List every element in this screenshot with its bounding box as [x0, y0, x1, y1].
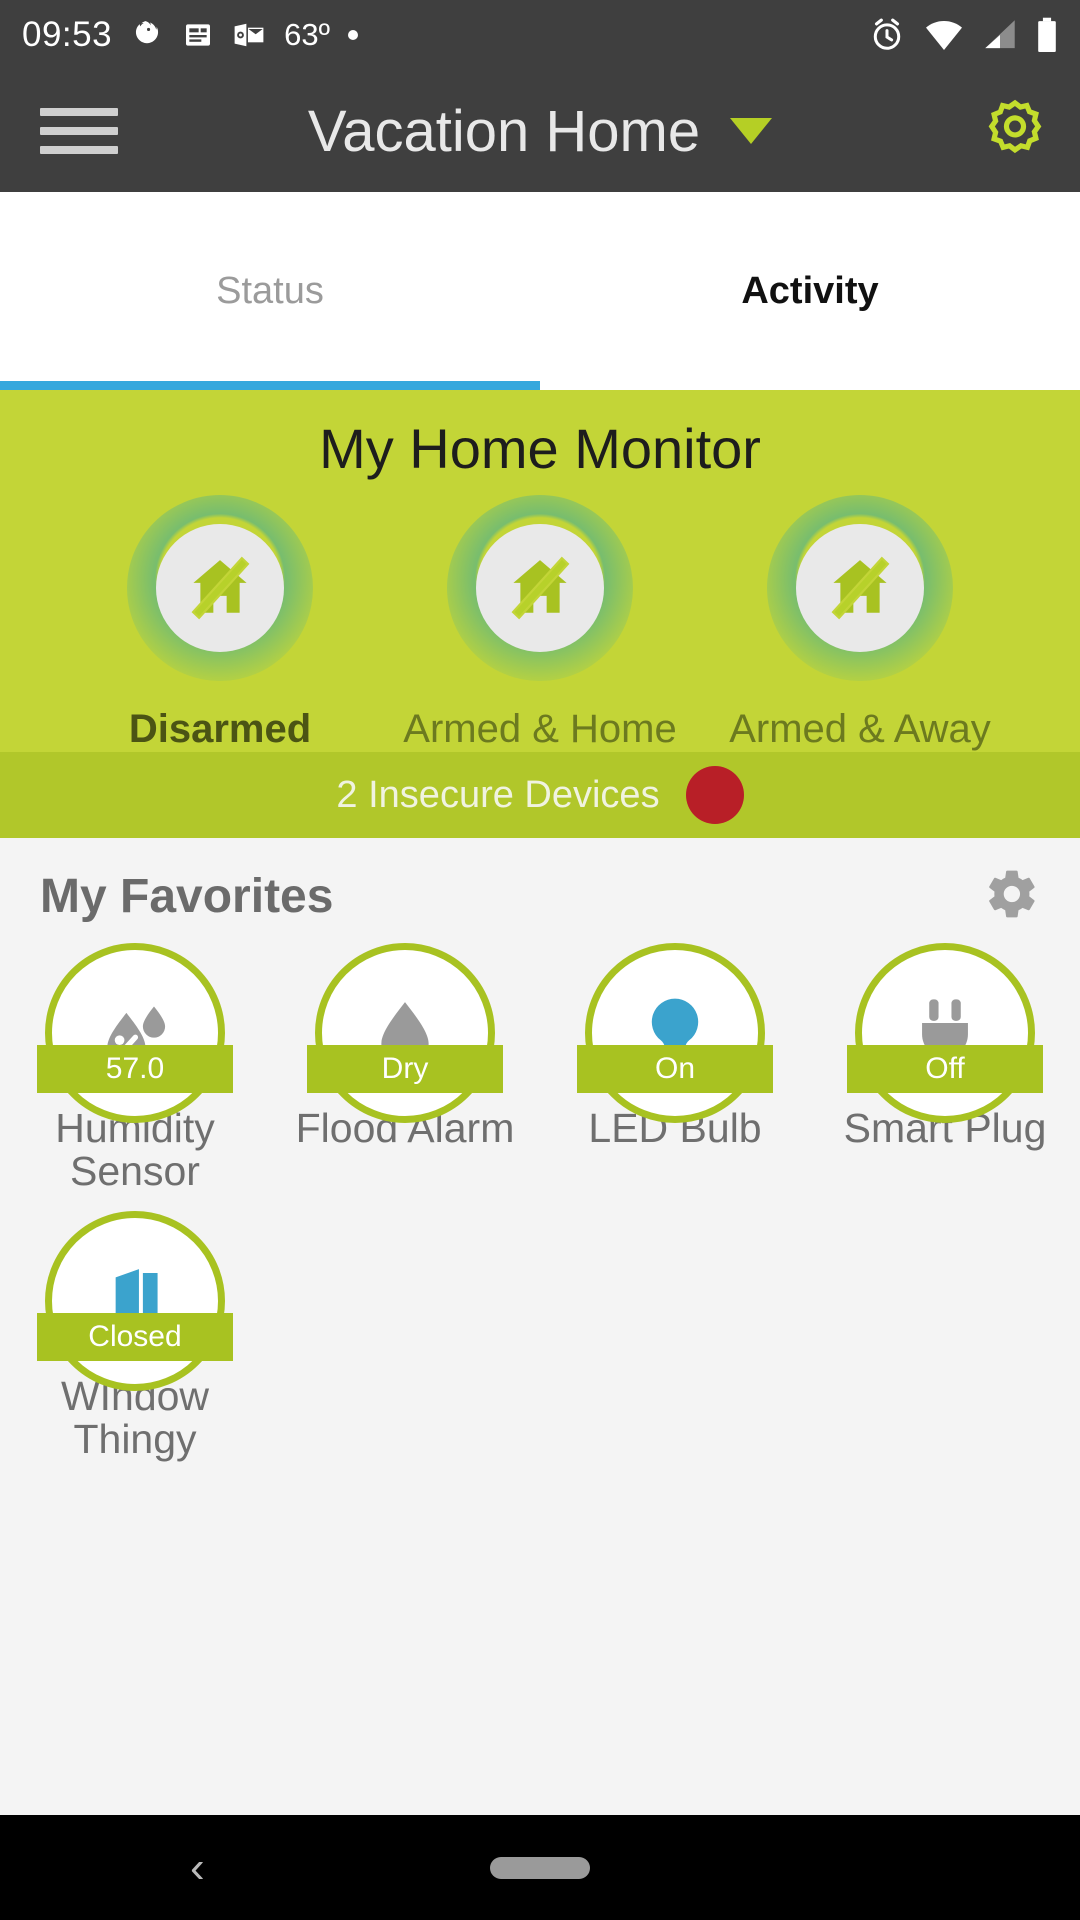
phone-screen: 09:53 63º Vacation Home Status Activity … [0, 0, 1080, 1920]
device-icon-badge: Closed [37, 1211, 233, 1392]
page-title[interactable]: Vacation Home [308, 98, 700, 165]
battery-icon [1038, 17, 1056, 52]
arm-mode-armed-away[interactable]: Armed & Away [729, 495, 991, 752]
arm-mode-disarmed[interactable]: Disarmed [95, 495, 345, 752]
alert-dot-icon [685, 766, 744, 824]
device-status-badge: On [577, 1045, 773, 1093]
arm-mode-label: Armed & Away [729, 707, 991, 751]
arm-glow-ring [447, 495, 633, 681]
arm-mode-row: Disarmed Armed & Home Armed & Away [0, 495, 1080, 752]
tab-indicator [0, 381, 540, 390]
arm-mode-label: Disarmed [128, 707, 312, 751]
insecure-devices-banner[interactable]: 2 Insecure Devices [0, 752, 1080, 838]
tab-status[interactable]: Status [0, 192, 540, 390]
arm-glow-ring [767, 495, 953, 681]
device-icon-circle [585, 943, 765, 1123]
device-icon-badge: Dry [307, 943, 503, 1123]
arm-icon-circle [476, 524, 604, 652]
status-bar-clock: 09:53 [22, 15, 113, 54]
device-status-badge: 57.0 [37, 1045, 233, 1093]
device-status-badge: Dry [307, 1045, 503, 1093]
house-slash-icon [511, 556, 570, 620]
arm-mode-label: Armed & Home [403, 707, 677, 751]
house-slash-icon [831, 556, 890, 620]
firefox-icon [136, 21, 159, 44]
status-bar-temperature: 63º [284, 17, 330, 52]
insecure-devices-label: 2 Insecure Devices [336, 773, 660, 816]
status-bar: 09:53 63º [0, 0, 1080, 70]
favorites-header: My Favorites [0, 838, 1080, 933]
settings-gear-icon[interactable] [984, 98, 1046, 165]
device-icon-circle [855, 943, 1035, 1123]
caret-down-icon[interactable] [730, 118, 773, 144]
device-icon-circle [45, 1211, 225, 1392]
device-icon-badge: 57.0 [37, 943, 233, 1123]
device-icon-circle [45, 943, 225, 1123]
favorites-grid: 57.0 Humidity Sensor Dry Flood Alarm On … [0, 933, 1080, 1479]
device-status-badge: Off [847, 1045, 1043, 1093]
app-bar: Vacation Home [0, 70, 1080, 192]
home-monitor-title: My Home Monitor [319, 417, 761, 480]
status-bar-right [868, 16, 1058, 54]
arm-glow-ring [127, 495, 313, 681]
device-status-badge: Closed [37, 1313, 233, 1362]
house-slash-icon [191, 556, 250, 620]
device-icon-badge: On [577, 943, 773, 1123]
device-icon-circle [315, 943, 495, 1123]
home-monitor-panel: My Home Monitor Disarmed Armed & Home Ar… [0, 390, 1080, 752]
favorites-title: My Favorites [40, 870, 334, 923]
favorite-device-tile[interactable]: Dry Flood Alarm [270, 943, 540, 1193]
arm-mode-armed-home[interactable]: Armed & Home [403, 495, 677, 752]
favorites-section: My Favorites 57.0 Humidity Sensor Dry Fl… [0, 838, 1080, 1815]
app-bar-center: Vacation Home [0, 98, 1080, 165]
favorites-gear-icon[interactable] [984, 866, 1040, 927]
favorite-device-tile[interactable]: Closed WIndow Thingy [0, 1211, 270, 1461]
tab-bar: Status Activity [0, 192, 1080, 390]
home-pill-icon[interactable] [490, 1856, 590, 1879]
status-bar-left: 09:53 63º [22, 15, 358, 55]
hamburger-menu-icon[interactable] [40, 108, 118, 154]
system-navigation-bar: ‹ [0, 1815, 1080, 1920]
alarm-icon [873, 18, 901, 50]
arm-icon-circle [156, 524, 284, 652]
wifi-icon [926, 21, 962, 50]
dot-icon [347, 30, 358, 40]
favorite-device-tile[interactable]: On LED Bulb [540, 943, 810, 1193]
tab-activity[interactable]: Activity [540, 192, 1080, 390]
favorite-device-tile[interactable]: 57.0 Humidity Sensor [0, 943, 270, 1193]
cellular-signal-icon [985, 20, 1015, 49]
arm-icon-circle [796, 524, 924, 652]
device-icon-badge: Off [847, 943, 1043, 1123]
outlook-icon [234, 23, 264, 47]
back-chevron-icon[interactable]: ‹ [190, 1845, 205, 1890]
news-icon [186, 24, 211, 46]
favorite-device-tile[interactable]: Off Smart Plug [810, 943, 1080, 1193]
